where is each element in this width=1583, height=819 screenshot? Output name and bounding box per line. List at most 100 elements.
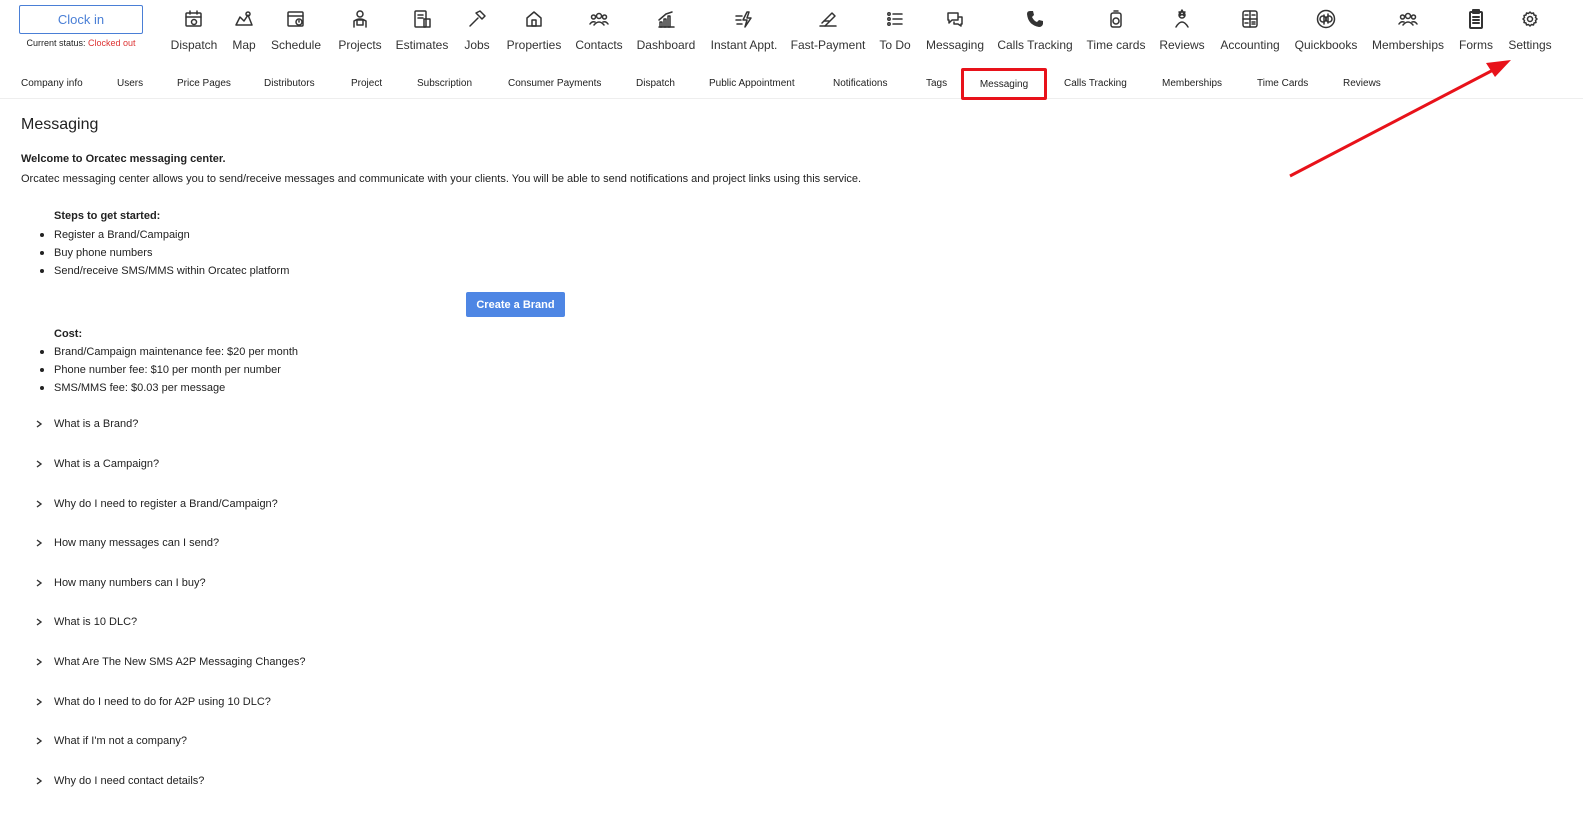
intro-text: Orcatec messaging center allows you to s…	[21, 173, 862, 185]
nav-label: Settings	[1508, 38, 1552, 52]
tab-memberships[interactable]: Memberships	[1162, 68, 1222, 99]
tab-tags[interactable]: Tags	[926, 68, 947, 99]
faq-question: What is 10 DLC?	[54, 616, 138, 628]
nav-forms[interactable]: Forms	[1458, 8, 1494, 58]
gear-icon	[1519, 8, 1541, 30]
nav-instant-appt[interactable]: Instant Appt.	[710, 8, 778, 58]
nav-properties[interactable]: Properties	[507, 8, 561, 58]
cost-title: Cost:	[54, 328, 83, 340]
list-item: Send/receive SMS/MMS within Orcatec plat…	[39, 262, 289, 280]
nav-todo[interactable]: To Do	[879, 8, 911, 58]
nav-dispatch[interactable]: Dispatch	[171, 8, 217, 58]
nav-label: Map	[232, 38, 256, 52]
cost-list: Brand/Campaign maintenance fee: $20 per …	[40, 343, 298, 397]
clock-status-label: Current status:	[26, 38, 86, 48]
nav-reviews[interactable]: Reviews	[1159, 8, 1205, 58]
nav-label: Reviews	[1159, 38, 1205, 52]
tab-consumer-payments[interactable]: Consumer Payments	[508, 68, 601, 99]
hammer-icon	[466, 8, 488, 30]
faq-item[interactable]: What Are The New SMS A2P Messaging Chang…	[33, 652, 306, 672]
tab-messaging[interactable]: Messaging	[961, 68, 1047, 100]
nav-jobs[interactable]: Jobs	[464, 8, 490, 58]
nav-quickbooks[interactable]: Quickbooks	[1295, 8, 1357, 58]
nav-time-cards[interactable]: Time cards	[1087, 8, 1145, 58]
welcome-text: Welcome to Orcatec messaging center.	[21, 153, 226, 165]
projects-icon	[349, 8, 371, 30]
faq-item[interactable]: How many numbers can I buy?	[33, 573, 206, 593]
tab-public-appointment[interactable]: Public Appointment	[709, 68, 795, 99]
nav-projects[interactable]: Projects	[338, 8, 382, 58]
settings-subnav: Company info Users Price Pages Distribut…	[0, 68, 1583, 100]
faq-question: What Are The New SMS A2P Messaging Chang…	[54, 656, 306, 668]
nav-label: Memberships	[1371, 38, 1445, 52]
nav-label: Projects	[338, 38, 382, 52]
list-item: Phone number fee: $10 per month per numb…	[40, 361, 298, 379]
nav-settings[interactable]: Settings	[1508, 8, 1552, 58]
tab-dispatch[interactable]: Dispatch	[636, 68, 675, 99]
tab-distributors[interactable]: Distributors	[264, 68, 315, 99]
schedule-icon	[285, 8, 307, 30]
chevron-right-icon	[33, 577, 45, 589]
nav-dashboard[interactable]: Dashboard	[637, 8, 695, 58]
tab-reviews[interactable]: Reviews	[1343, 68, 1381, 99]
nav-schedule[interactable]: Schedule	[271, 8, 321, 58]
faq-question: What is a Campaign?	[54, 458, 160, 470]
tab-users[interactable]: Users	[117, 68, 143, 99]
home-icon	[523, 8, 545, 30]
nav-label: Contacts	[575, 38, 623, 52]
faq-item[interactable]: How many messages can I send?	[33, 533, 219, 553]
nav-memberships[interactable]: Memberships	[1372, 8, 1444, 58]
tab-time-cards[interactable]: Time Cards	[1257, 68, 1308, 99]
create-brand-button[interactable]: Create a Brand	[466, 292, 565, 317]
nav-estimates[interactable]: Estimates	[396, 8, 448, 58]
instant-icon	[733, 8, 755, 30]
faq-question: What do I need to do for A2P using 10 DL…	[54, 696, 271, 708]
map-icon	[233, 8, 255, 30]
chat-icon	[944, 8, 966, 30]
tab-price-pages[interactable]: Price Pages	[177, 68, 231, 99]
tab-calls-tracking[interactable]: Calls Tracking	[1064, 68, 1127, 99]
faq-item[interactable]: What is a Campaign?	[33, 454, 159, 474]
nav-messaging[interactable]: Messaging	[926, 8, 984, 58]
list-icon	[884, 8, 906, 30]
chevron-right-icon	[33, 735, 45, 747]
nav-contacts[interactable]: Contacts	[575, 8, 623, 58]
faq-question: What if I'm not a company?	[54, 735, 187, 747]
nav-label: Messaging	[925, 38, 985, 52]
list-item: Buy phone numbers	[39, 244, 289, 262]
list-item: Register a Brand/Campaign	[39, 226, 289, 244]
faq-question: Why do I need contact details?	[54, 775, 205, 787]
faq-item[interactable]: Why do I need to register a Brand/Campai…	[33, 494, 278, 514]
chevron-right-icon	[33, 458, 45, 470]
timecard-icon	[1105, 8, 1127, 30]
list-item: SMS/MMS fee: $0.03 per message	[40, 379, 298, 397]
nav-map[interactable]: Map	[230, 8, 258, 58]
nav-label: Forms	[1459, 38, 1493, 52]
faq-question: Why do I need to register a Brand/Campai…	[54, 498, 278, 510]
chevron-right-icon	[33, 498, 45, 510]
users-icon	[1397, 8, 1419, 30]
nav-label: Dispatch	[170, 38, 218, 52]
nav-label: Instant Appt.	[710, 38, 778, 52]
nav-label: Estimates	[395, 38, 449, 52]
faq-item[interactable]: What do I need to do for A2P using 10 DL…	[33, 692, 271, 712]
nav-label: Dashboard	[636, 38, 696, 52]
tab-subscription[interactable]: Subscription	[417, 68, 472, 99]
faq-item[interactable]: What if I'm not a company?	[33, 731, 187, 751]
page-title: Messaging	[21, 116, 99, 133]
tab-company-info[interactable]: Company info	[21, 68, 83, 99]
faq-question: What is a Brand?	[54, 418, 139, 430]
tab-project[interactable]: Project	[351, 68, 382, 99]
nav-label: Calls Tracking	[997, 38, 1073, 52]
nav-calls-tracking[interactable]: Calls Tracking	[997, 8, 1073, 58]
tab-notifications[interactable]: Notifications	[833, 68, 887, 99]
clock-in-button[interactable]: Clock in	[19, 5, 143, 34]
phone-icon	[1024, 8, 1046, 30]
chevron-right-icon	[33, 656, 45, 668]
faq-item[interactable]: What is a Brand?	[33, 414, 138, 434]
nav-fast-payment[interactable]: Fast-Payment	[791, 8, 865, 58]
faq-item[interactable]: Why do I need contact details?	[33, 771, 204, 791]
nav-label: Jobs	[464, 38, 490, 52]
nav-accounting[interactable]: Accounting	[1220, 8, 1280, 58]
faq-item[interactable]: What is 10 DLC?	[33, 612, 137, 632]
